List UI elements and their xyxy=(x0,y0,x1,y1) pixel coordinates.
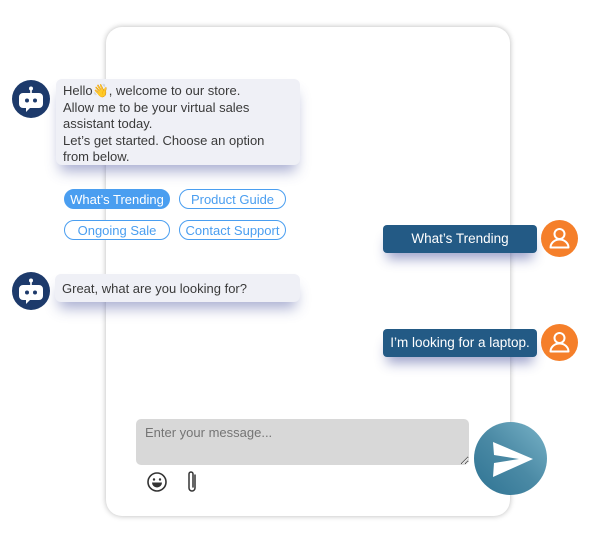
option-ongoing-sale[interactable]: Ongoing Sale xyxy=(64,220,170,240)
attach-button[interactable] xyxy=(184,469,200,500)
paperclip-icon xyxy=(188,471,196,492)
emoji-icon xyxy=(147,472,167,492)
user-avatar xyxy=(541,324,578,361)
bot-message: Great, what are you looking for? xyxy=(55,274,300,302)
user-icon xyxy=(549,332,570,353)
message-input[interactable] xyxy=(136,419,469,465)
bot-message-line: Allow me to be your virtual sales xyxy=(63,99,250,115)
user-message: I’m looking for a laptop. xyxy=(383,329,537,357)
option-whats-trending[interactable]: What’s Trending xyxy=(64,189,170,209)
bot-message-line: Great, what are you looking for? xyxy=(62,281,247,296)
user-message: What’s Trending xyxy=(383,225,537,253)
bot-message-line: assistant today. xyxy=(63,116,153,131)
bot-message-line: Hello👋, welcome to our store. xyxy=(63,83,241,98)
send-button[interactable] xyxy=(474,422,547,495)
bot-message-line: Let’s get started. Choose an option xyxy=(63,132,265,148)
robot-icon xyxy=(19,86,43,112)
bot-message-line: from below. xyxy=(63,149,130,164)
option-contact-support[interactable]: Contact Support xyxy=(179,220,286,240)
user-icon xyxy=(549,228,570,249)
option-product-guide[interactable]: Product Guide xyxy=(179,189,286,209)
send-icon xyxy=(493,442,533,477)
robot-icon xyxy=(19,278,43,304)
bot-avatar xyxy=(12,80,50,118)
user-avatar xyxy=(541,220,578,257)
bot-message: Hello👋, welcome to our store. Allow me t… xyxy=(56,79,300,165)
bot-avatar xyxy=(12,272,50,310)
emoji-button[interactable] xyxy=(146,471,168,498)
